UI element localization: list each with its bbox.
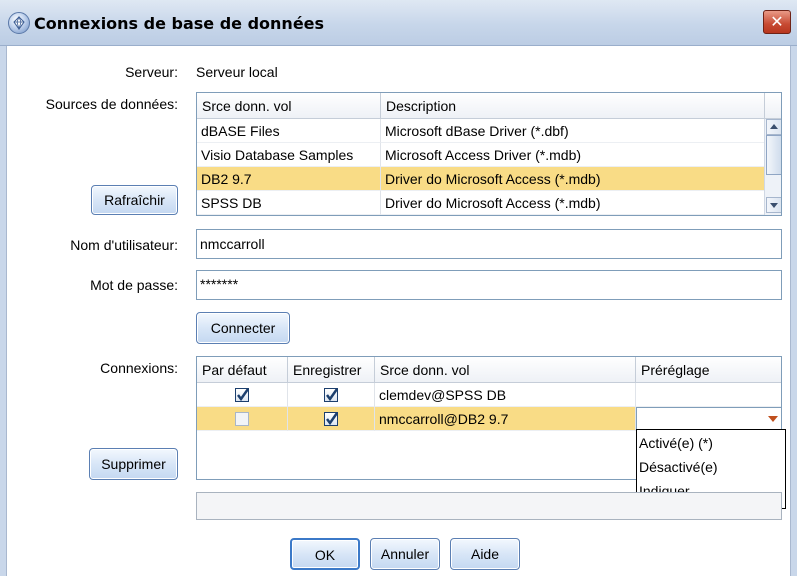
scroll-down-button[interactable] [766,197,781,213]
column-header-preset[interactable]: Préréglage [636,357,781,383]
default-checkbox[interactable] [235,388,250,402]
arrow-up-icon [770,124,778,129]
help-button[interactable]: Aide [450,538,520,570]
cell-source: nmccarroll@DB2 9.7 [375,407,636,431]
password-field[interactable]: ******* [196,270,782,300]
server-value: Serveur local [196,64,278,80]
save-checkbox[interactable] [324,412,339,426]
table-row-selected[interactable]: DB2 9.7 Driver do Microsoft Access (*.md… [197,167,765,191]
title-bar[interactable]: Connexions de base de données ✕ [0,0,797,46]
cell-description: Driver do Microsoft Access (*.mdb) [381,167,765,191]
arrow-down-icon [770,203,778,208]
close-icon: ✕ [770,12,784,31]
column-header-source[interactable]: Srce donn. vol [197,93,381,119]
window-title: Connexions de base de données [34,14,325,33]
table-row[interactable]: dBASE Files Microsoft dBase Driver (*.db… [197,119,781,143]
cell-default [197,383,288,407]
connect-button[interactable]: Connecter [196,312,290,344]
table-row[interactable]: Visio Database Samples Microsoft Access … [197,143,781,167]
datasources-scrollbar[interactable] [764,119,781,215]
chevron-down-icon [768,416,778,422]
cell-source: Visio Database Samples [197,143,381,167]
server-label: Serveur: [125,64,178,80]
datasources-table[interactable]: Srce donn. vol Description dBASE Files M… [196,92,782,216]
connections-header: Par défaut Enregistrer Srce donn. vol Pr… [197,357,781,383]
window-frame-right [791,46,797,576]
cell-save [288,407,375,431]
username-field[interactable]: nmccarroll [196,229,782,259]
preset-combobox[interactable] [636,407,781,431]
datasources-label: Sources de données: [45,96,178,112]
dropdown-option-enabled[interactable]: Activé(e) (*) [639,432,713,454]
status-field [196,492,782,520]
cell-source: dBASE Files [197,119,381,143]
scroll-up-button[interactable] [766,119,781,135]
dropdown-option-disabled[interactable]: Désactivé(e) [639,456,718,478]
close-button[interactable]: ✕ [763,10,791,34]
cell-description: Driver do Microsoft Access (*.mdb) [381,191,765,215]
cell-source: clemdev@SPSS DB [375,383,636,407]
column-header-default[interactable]: Par défaut [197,357,288,383]
cell-default [197,407,288,431]
checkmark-icon [326,388,339,402]
scroll-thumb[interactable] [766,135,781,175]
cell-save [288,383,375,407]
column-header-save[interactable]: Enregistrer [288,357,375,383]
table-row[interactable]: SPSS DB Driver do Microsoft Access (*.md… [197,191,781,215]
password-label: Mot de passe: [90,277,178,293]
username-label: Nom d'utilisateur: [70,237,178,253]
table-row-selected[interactable]: nmccarroll@DB2 9.7 [197,407,781,431]
delete-button[interactable]: Supprimer [89,448,178,480]
refresh-button[interactable]: Rafraîchir [91,185,178,215]
connections-label: Connexions: [100,360,178,376]
column-header-source[interactable]: Srce donn. vol [375,357,636,383]
default-checkbox[interactable] [235,412,249,426]
table-row[interactable]: clemdev@SPSS DB [197,383,781,407]
checkmark-icon [326,412,339,426]
datasources-header: Srce donn. vol Description [197,93,781,119]
save-checkbox[interactable] [324,388,339,402]
cell-description: Microsoft Access Driver (*.mdb) [381,143,765,167]
database-connections-icon [8,12,30,34]
checkmark-icon [237,388,250,402]
cancel-button[interactable]: Annuler [370,538,440,570]
cell-preset[interactable] [636,383,781,407]
ok-button[interactable]: OK [290,538,360,570]
column-header-description[interactable]: Description [381,93,765,119]
cell-source: SPSS DB [197,191,381,215]
cell-source: DB2 9.7 [197,167,381,191]
cell-description: Microsoft dBase Driver (*.dbf) [381,119,765,143]
